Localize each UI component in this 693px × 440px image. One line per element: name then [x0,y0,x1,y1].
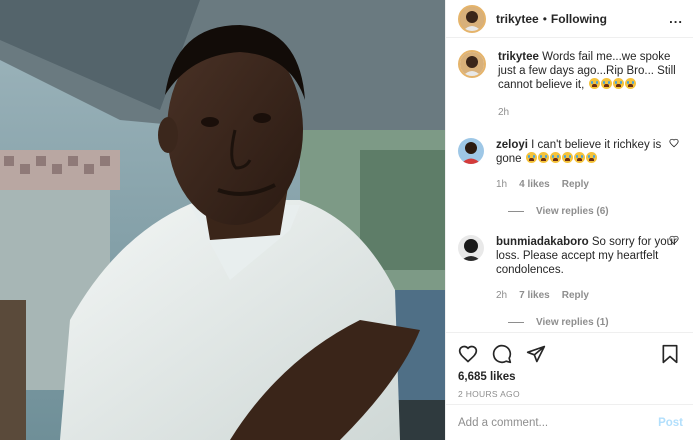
avatar-image [460,52,484,76]
avatar-image [458,235,484,261]
commenter-avatar[interactable] [458,138,484,164]
view-replies-button[interactable]: View replies (6) [508,206,683,217]
caption-avatar[interactable] [458,50,486,78]
comment-likes[interactable]: 7 likes [519,289,550,303]
post-header: trikytee • Following ... [446,0,693,38]
add-comment-input[interactable] [458,416,659,429]
weeping-emoji-icon [573,152,585,163]
like-comment-heart-icon[interactable] [669,138,679,148]
commenter-username[interactable]: bunmiadakaboro [496,236,589,248]
view-replies-button[interactable]: View replies (1) [508,317,683,328]
comment-item: zeloyi I can't believe it richkey is gon… [458,138,683,192]
weeping-emoji-icon [600,78,612,89]
action-icons [458,343,679,365]
post-timestamp[interactable]: 2 HOURS AGO [458,389,679,399]
weeping-emoji-icon [537,152,549,163]
commenter-username[interactable]: zeloyi [496,139,528,151]
view-replies-label: View replies (6) [536,206,609,217]
likes-count[interactable]: 6,685 likes [458,371,679,383]
post-actions: 6,685 likes 2 HOURS AGO [446,332,693,399]
heart-icon[interactable] [458,344,478,364]
post-photo[interactable] [0,0,445,440]
caption-username[interactable]: trikytee [498,51,539,63]
following-button[interactable]: Following [551,12,607,26]
author-username[interactable]: trikytee [496,12,539,26]
add-comment-bar: Post [446,404,693,440]
reply-button[interactable]: Reply [562,289,589,303]
reply-button[interactable]: Reply [562,178,589,192]
weeping-emoji-icon [549,152,561,163]
post-comment-button[interactable]: Post [658,417,683,429]
comment-item: bunmiadakaboro So sorry for your loss. P… [458,235,683,303]
more-options-icon[interactable]: ... [669,11,683,26]
comment-icon[interactable] [492,344,512,364]
bookmark-icon[interactable] [661,344,679,364]
author-avatar[interactable] [458,4,486,33]
weeping-emoji-icon [612,78,624,89]
comments-list: trikytee Words fail me...we spoke just a… [458,50,683,330]
comment-time[interactable]: 2h [496,289,507,303]
photo-illustration [0,0,445,440]
weeping-emoji-icon [588,78,600,89]
like-comment-heart-icon[interactable] [669,235,679,245]
weeping-emoji-icon [561,152,573,163]
weeping-emoji-icon [525,152,537,163]
weeping-emoji-icon [585,152,597,163]
avatar-image [458,138,484,164]
commenter-avatar[interactable] [458,235,484,261]
caption-time[interactable]: 2h [498,106,509,120]
weeping-emoji-icon [624,78,636,89]
caption: trikytee Words fail me...we spoke just a… [458,50,683,120]
replies-line [508,211,524,212]
comment-likes[interactable]: 4 likes [519,178,550,192]
avatar-image [460,6,484,31]
caption-comma: , [581,79,585,91]
replies-line [508,322,524,323]
share-icon[interactable] [526,344,546,364]
post-detail-panel: trikytee • Following ... trikytee Words … [445,0,693,440]
comment-time[interactable]: 1h [496,178,507,192]
view-replies-label: View replies (1) [536,317,609,328]
header-separator: • [542,11,547,26]
